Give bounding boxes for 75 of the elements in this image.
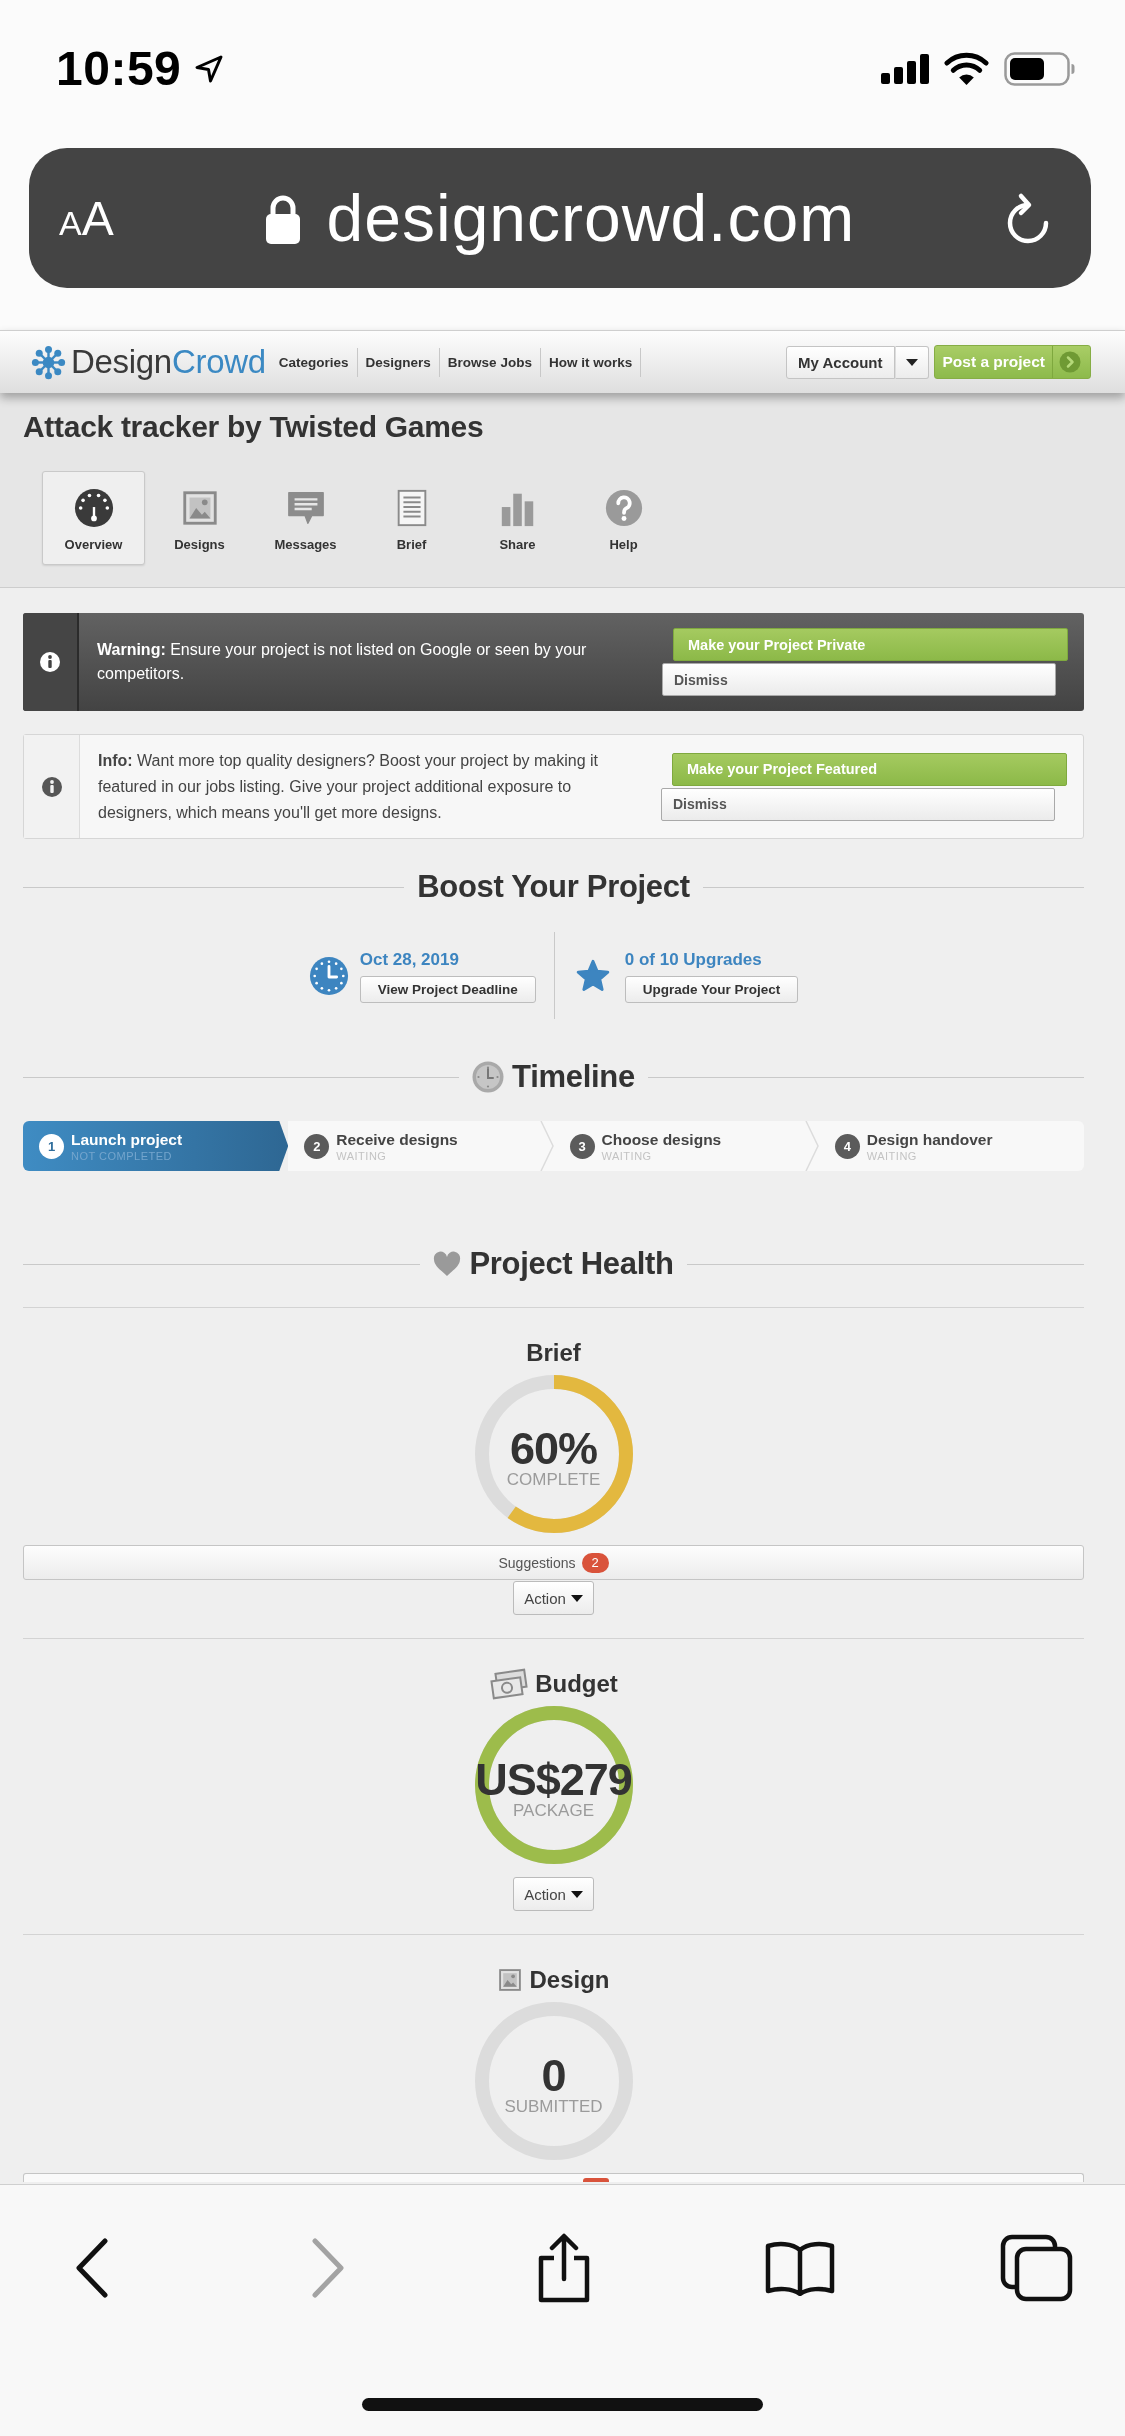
info-icon [39, 651, 61, 673]
starburst-logo-icon[interactable] [31, 344, 66, 380]
banknote-icon [489, 1667, 530, 1701]
star-icon [574, 957, 611, 994]
location-arrow-icon [194, 54, 225, 84]
heart-icon [433, 1251, 462, 1277]
ring-caption: COMPLETE [506, 1470, 601, 1490]
step-number: 3 [569, 1133, 595, 1159]
nav-link[interactable]: How it works [540, 347, 642, 377]
account-button[interactable]: My Account [786, 345, 895, 379]
ring-value: 60% [509, 1428, 598, 1470]
metric-title: Budget [535, 1669, 618, 1699]
alert-message: Warning: Ensure your project is not listed on Google or seen by your competitors. [96, 640, 588, 684]
chevron-circle-icon [1059, 351, 1081, 373]
clock-icon [472, 1061, 505, 1093]
alert-message: Info: Want more top quality designers? Boost your project by making it featured in our jobs listing. Give your project additional exposure to designers, which means you'll get more designs. [97, 750, 600, 823]
deadline-date: Oct 28, 2019 [359, 948, 459, 971]
section-heading: Timeline [512, 1058, 635, 1096]
tabs-icon[interactable] [999, 2234, 1073, 2302]
text-size-button[interactable]: AA [59, 190, 114, 246]
project-tab[interactable]: Overview [42, 471, 145, 565]
section-heading: Boost Your Project [417, 868, 690, 906]
back-icon[interactable] [75, 2238, 109, 2298]
action-menu-button[interactable]: Action [513, 1581, 594, 1615]
url-text: designcrowd.com [326, 181, 856, 255]
picture-icon [497, 1967, 524, 1993]
action-menu-button[interactable]: Action [513, 1877, 594, 1911]
signal-icon [881, 54, 929, 84]
project-tab[interactable]: Share [466, 471, 569, 565]
dismiss-button[interactable]: Dismiss [662, 663, 1056, 696]
account-menu-button[interactable] [894, 345, 929, 379]
ring-caption: SUBMITTED [504, 2097, 603, 2117]
ring-value: 0 [541, 2055, 566, 2097]
step-title: Choose designs [601, 1129, 722, 1149]
dismiss-button[interactable]: Dismiss [661, 787, 1055, 821]
step-number: 2 [304, 1133, 330, 1159]
info-icon [40, 775, 63, 798]
suggestions-bar[interactable]: Suggestions 2 [23, 1545, 1084, 1580]
project-tab[interactable]: Help [572, 471, 675, 565]
battery-icon [1004, 52, 1076, 86]
section-heading: Project Health [469, 1245, 674, 1283]
project-title: Attack tracker by Twisted Games [23, 409, 485, 445]
caret-down-icon [570, 1890, 583, 1898]
project-tab[interactable]: Brief [360, 471, 463, 565]
wifi-icon [944, 52, 989, 86]
count-badge-icon [583, 2178, 609, 2182]
address-bar[interactable]: AA designcrowd.com [29, 148, 1091, 288]
nav-link[interactable]: Categories [270, 347, 358, 377]
step-title: Receive designs [336, 1129, 458, 1149]
step-title: Launch project [71, 1129, 183, 1149]
project-tab[interactable]: Messages [254, 471, 357, 565]
metric-title: Brief [526, 1338, 581, 1368]
step-number: 4 [834, 1133, 860, 1159]
book-icon[interactable] [765, 2240, 835, 2296]
step-number: 1 [39, 1133, 64, 1159]
step-status: NOT COMPLETED [71, 1148, 174, 1163]
logo-text[interactable]: DesignCrowd [71, 343, 266, 381]
chevron-icon [539, 1121, 554, 1171]
nav-link[interactable]: Designers [357, 347, 440, 377]
clock-icon [308, 955, 349, 996]
nav-link[interactable]: Browse Jobs [439, 347, 541, 377]
chevron-icon [804, 1121, 819, 1171]
gauge-icon [73, 488, 114, 528]
suggestion-count: 2 [581, 1552, 609, 1573]
upgrade-count: 0 of 10 Upgrades [624, 948, 762, 971]
status-time: 10:59 [56, 45, 182, 93]
project-tab[interactable]: Designs [148, 471, 251, 565]
help-icon [603, 488, 644, 528]
step-title: Design handover [866, 1129, 993, 1149]
upgrade-button[interactable]: Upgrade Your Project [624, 975, 799, 1003]
metric-title: Design [529, 1965, 610, 1995]
deadline-button[interactable]: View Project Deadline [359, 975, 536, 1003]
ring-caption: PACKAGE [513, 1801, 594, 1821]
caret-down-icon [570, 1594, 583, 1602]
caret-down-icon [905, 358, 918, 366]
